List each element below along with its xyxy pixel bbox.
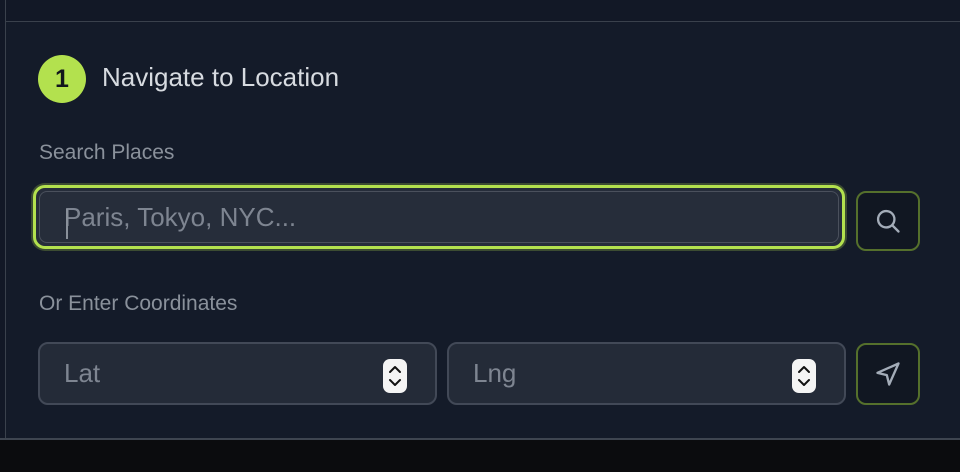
step-number: 1: [55, 64, 69, 93]
latitude-input[interactable]: [64, 344, 364, 403]
search-places-label: Search Places: [39, 141, 175, 164]
bottom-bar: [0, 440, 960, 472]
chevron-up-icon[interactable]: [797, 365, 811, 374]
longitude-field[interactable]: [447, 342, 846, 405]
search-input[interactable]: [64, 192, 824, 242]
search-icon: [876, 209, 900, 233]
search-field-frame: [39, 191, 839, 243]
chevron-down-icon[interactable]: [797, 378, 811, 387]
longitude-input[interactable]: [473, 344, 773, 403]
latitude-field[interactable]: [38, 342, 437, 405]
step-badge: 1: [38, 55, 86, 103]
latitude-spinner[interactable]: [383, 359, 407, 393]
coordinates-label: Or Enter Coordinates: [39, 292, 238, 315]
section-title: Navigate to Location: [102, 62, 340, 92]
search-button[interactable]: [856, 191, 920, 251]
go-to-coordinates-button[interactable]: [856, 343, 920, 405]
chevron-down-icon[interactable]: [388, 378, 402, 387]
search-field[interactable]: [33, 185, 845, 249]
chevron-up-icon[interactable]: [388, 365, 402, 374]
longitude-spinner[interactable]: [792, 359, 816, 393]
text-caret: [66, 209, 68, 239]
top-bar: [0, 0, 960, 22]
navigation-arrow-icon: [876, 362, 900, 386]
